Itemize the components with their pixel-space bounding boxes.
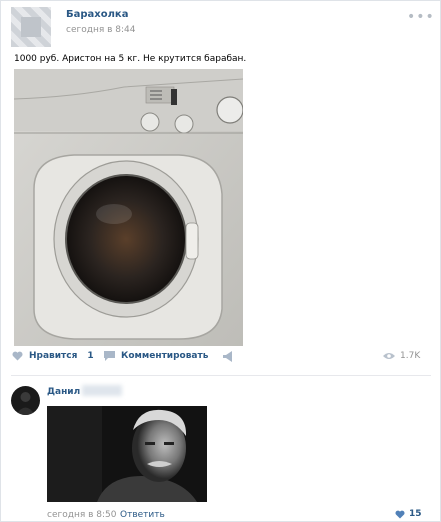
- washing-machine-photo[interactable]: [14, 69, 243, 346]
- elderly-man-photo[interactable]: [47, 406, 207, 502]
- more-dots-icon[interactable]: •••: [407, 9, 435, 25]
- commenter-surname-blurred: [82, 385, 122, 396]
- views-count: 1.7K: [400, 351, 421, 361]
- group-name-link[interactable]: Барахолка: [66, 9, 128, 20]
- commenter-name[interactable]: Данил: [47, 387, 80, 397]
- comments-divider: [11, 375, 431, 376]
- eye-icon: [383, 353, 395, 359]
- heart-icon: [12, 351, 23, 361]
- comment-like-button[interactable]: 15: [395, 509, 422, 519]
- post-actions: Нравится 1 Комментировать 1.7K: [0, 345, 441, 369]
- group-avatar[interactable]: [11, 7, 51, 47]
- comment-likes-count: 15: [409, 509, 422, 519]
- like-button[interactable]: Нравится 1: [12, 351, 94, 361]
- post-timestamp[interactable]: сегодня в 8:44: [66, 25, 135, 35]
- reply-link[interactable]: Ответить: [120, 510, 165, 520]
- share-megaphone-icon: [223, 351, 232, 362]
- post-text: 1000 руб. Аристон на 5 кг. Не крутится б…: [14, 54, 247, 64]
- comment-label: Комментировать: [121, 351, 209, 361]
- like-label: Нравится: [29, 351, 78, 361]
- like-count: 1: [87, 351, 94, 361]
- share-button[interactable]: [222, 351, 234, 362]
- comment-timestamp[interactable]: сегодня в 8:50: [47, 510, 116, 520]
- commenter-avatar[interactable]: [11, 386, 40, 415]
- comment-icon: [104, 351, 115, 361]
- comment-button[interactable]: Комментировать: [104, 351, 208, 361]
- heart-icon: [395, 510, 405, 519]
- views-counter: 1.7K: [383, 351, 420, 361]
